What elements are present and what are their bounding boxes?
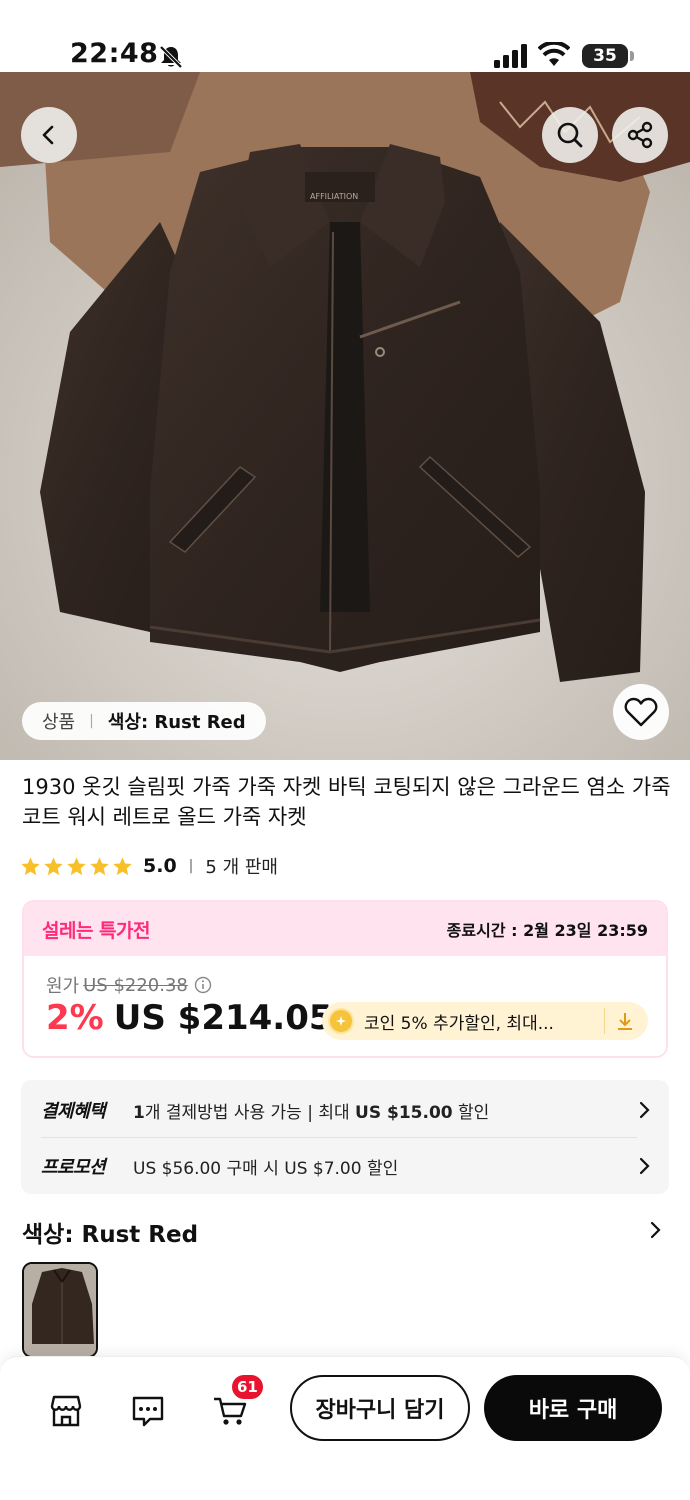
rating-row[interactable]: 5.0 | 5 개 판매 (20, 852, 278, 880)
cart-count-badge: 61 (232, 1375, 263, 1399)
info-icon[interactable] (194, 976, 212, 994)
chevron-right-icon (639, 1101, 650, 1119)
variant-label-pill[interactable]: 상품 | 색상: Rust Red (22, 702, 266, 740)
promotion-label: 프로모션 (41, 1157, 106, 1178)
original-price-label: 원가 (46, 976, 80, 997)
deal-title: 설레는 특가전 (42, 919, 151, 942)
wishlist-button[interactable] (613, 684, 669, 740)
jacket-brand-tag: AFFILIATION (310, 192, 359, 201)
star-icon (113, 856, 132, 875)
bell-muted-icon (159, 45, 183, 69)
color-section-title[interactable]: 색상: Rust Red (22, 1215, 198, 1249)
chevron-right-icon[interactable] (648, 1221, 662, 1239)
deal-end-time: 종료시간 : 2월 23일 23:59 (446, 921, 648, 940)
rating-separator: | (188, 858, 194, 874)
product-photo (0, 72, 690, 760)
signal-icon (494, 44, 527, 68)
star-icon (21, 856, 40, 875)
heart-icon (624, 697, 658, 727)
pill-separator: | (89, 713, 94, 729)
search-icon (557, 122, 583, 148)
chevron-left-icon (42, 125, 54, 145)
star-rating (20, 856, 133, 877)
status-time: 22:48 (70, 38, 159, 69)
coin-icon (328, 1008, 354, 1034)
coin-divider (604, 1008, 605, 1034)
coin-discount-pill[interactable]: 코인 5% 추가할인, 최대... (322, 1002, 648, 1040)
chat-icon (132, 1396, 164, 1427)
store-icon (50, 1395, 82, 1427)
search-button[interactable] (542, 107, 598, 163)
swatch-thumbnail (24, 1264, 96, 1356)
product-title: 1930 옷깃 슬림핏 가죽 가죽 자켓 바틱 코팅되지 않은 그라운드 염소 … (22, 775, 671, 829)
battery-cap (630, 51, 634, 61)
wifi-icon (538, 42, 570, 66)
bottom-action-bar: 61 장바구니 담기 바로 구매 (0, 1356, 690, 1500)
price-row: 2% US $214.05 (46, 998, 333, 1038)
share-button[interactable] (612, 107, 668, 163)
original-price: US $220.38 (83, 974, 188, 996)
store-button[interactable] (46, 1391, 86, 1431)
promotion-row[interactable]: 프로모션 US $56.00 구매 시 US $7.00 할인 (41, 1138, 651, 1194)
payment-benefit-max: US $15.00 (355, 1102, 453, 1123)
star-icon (90, 856, 109, 875)
back-button[interactable] (21, 107, 77, 163)
payment-benefit-text: 1개 결제방법 사용 가능 | 최대 US $15.00 할인 (133, 1098, 489, 1123)
color-swatch-rust-red[interactable] (22, 1262, 98, 1358)
star-icon (44, 856, 63, 875)
chevron-right-icon (639, 1157, 650, 1175)
rating-value: 5.0 (143, 855, 177, 877)
payment-benefit-row[interactable]: 결제혜택 1개 결제방법 사용 가능 | 최대 US $15.00 할인 (41, 1082, 651, 1138)
product-tab-label: 상품 (42, 712, 76, 733)
download-coupon-icon[interactable] (614, 1010, 636, 1032)
buy-now-button[interactable]: 바로 구매 (484, 1375, 662, 1441)
deal-box: 설레는 특가전 종료시간 : 2월 23일 23:59 원가 US $220.3… (22, 900, 668, 1058)
payment-benefit-label: 결제혜택 (41, 1101, 106, 1122)
payment-benefit-desc: 개 결제방법 사용 가능 | 최대 (144, 1102, 356, 1123)
benefits-box: 결제혜택 1개 결제방법 사용 가능 | 최대 US $15.00 할인 프로모… (21, 1080, 669, 1194)
cart-icon (214, 1397, 247, 1425)
status-bar: 22:48 35 (0, 0, 690, 72)
promotion-text: US $56.00 구매 시 US $7.00 할인 (133, 1158, 399, 1179)
share-icon (627, 121, 653, 149)
original-price-row: 원가 US $220.38 (46, 972, 212, 998)
payment-method-count: 1 (133, 1102, 145, 1123)
star-icon (67, 856, 86, 875)
sold-count: 5 개 판매 (205, 857, 278, 878)
add-to-cart-button[interactable]: 장바구니 담기 (290, 1375, 470, 1441)
deal-header: 설레는 특가전 종료시간 : 2월 23일 23:59 (24, 902, 666, 956)
product-image-gallery[interactable]: AFFILIATION 상품 | 색상: Rust Red (0, 72, 690, 760)
sale-price: US $214.05 (113, 998, 333, 1038)
payment-benefit-suffix: 할인 (452, 1102, 490, 1123)
discount-percent: 2% (46, 998, 104, 1038)
deal-body: 원가 US $220.38 2% US $214.05 코인 5% 추가할인, … (24, 956, 666, 1056)
battery-indicator: 35 (582, 44, 628, 68)
variant-color-label: 색상: Rust Red (107, 712, 246, 733)
coin-discount-text: 코인 5% 추가할인, 최대... (364, 1013, 554, 1034)
chat-button[interactable] (128, 1391, 168, 1431)
